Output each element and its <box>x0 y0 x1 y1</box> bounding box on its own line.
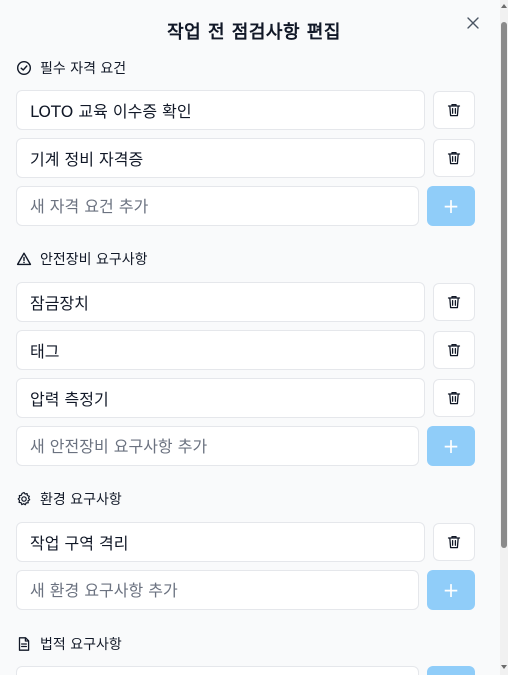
add-qualification-button[interactable]: + <box>427 186 475 226</box>
check-circle-icon <box>16 60 32 76</box>
scrollbar-thumb[interactable] <box>501 22 507 548</box>
trash-icon <box>447 343 461 357</box>
delete-button[interactable] <box>433 139 475 177</box>
add-legal-button[interactable] <box>427 666 475 675</box>
delete-button[interactable] <box>433 523 475 561</box>
qualification-item[interactable]: LOTO 교육 이수증 확인 <box>16 90 425 130</box>
section-environment-header: 환경 요구사항 <box>16 489 122 509</box>
trash-icon <box>447 151 461 165</box>
new-environment-input[interactable] <box>16 570 419 610</box>
dialog-title: 작업 전 점검사항 편집 <box>167 22 341 43</box>
plus-icon: + <box>442 194 460 218</box>
add-environment-button[interactable]: + <box>427 570 475 610</box>
new-qualification-input[interactable] <box>16 186 419 226</box>
close-icon <box>467 17 479 29</box>
scrollbar[interactable] <box>500 0 508 675</box>
trash-icon <box>447 535 461 549</box>
trash-icon <box>447 391 461 405</box>
qualification-item[interactable]: 기계 정비 자격증 <box>16 138 425 178</box>
delete-button[interactable] <box>433 379 475 417</box>
delete-button[interactable] <box>433 331 475 369</box>
delete-button[interactable] <box>433 91 475 129</box>
environment-item[interactable]: 작업 구역 격리 <box>16 522 425 562</box>
safety-item[interactable]: 태그 <box>16 330 425 370</box>
safety-item[interactable]: 압력 측정기 <box>16 378 425 418</box>
section-safety-header: 안전장비 요구사항 <box>16 249 148 269</box>
section-title: 법적 요구사항 <box>40 637 122 653</box>
safety-item[interactable]: 잠금장치 <box>16 282 425 322</box>
close-button[interactable] <box>464 14 482 32</box>
new-safety-input[interactable] <box>16 426 419 466</box>
document-icon <box>18 637 30 651</box>
section-legal-header: 법적 요구사항 <box>16 634 122 654</box>
trash-icon <box>447 295 461 309</box>
section-title: 환경 요구사항 <box>40 492 122 508</box>
plus-icon: + <box>442 578 460 602</box>
edit-precheck-dialog: 작업 전 점검사항 편집 필수 자격 요건 LOTO 교육 이수증 확인 기계 … <box>0 0 508 675</box>
new-legal-input[interactable] <box>16 666 419 675</box>
plus-icon: + <box>442 434 460 458</box>
warning-triangle-icon <box>16 252 32 266</box>
scroll-down-arrow[interactable] <box>501 665 507 669</box>
add-safety-button[interactable]: + <box>427 426 475 466</box>
section-title: 필수 자격 요건 <box>40 61 127 77</box>
section-title: 안전장비 요구사항 <box>40 252 148 268</box>
delete-button[interactable] <box>433 283 475 321</box>
gear-icon <box>17 491 31 506</box>
section-qualifications-header: 필수 자격 요건 <box>16 58 126 78</box>
scroll-up-arrow[interactable] <box>501 4 507 8</box>
trash-icon <box>447 103 461 117</box>
